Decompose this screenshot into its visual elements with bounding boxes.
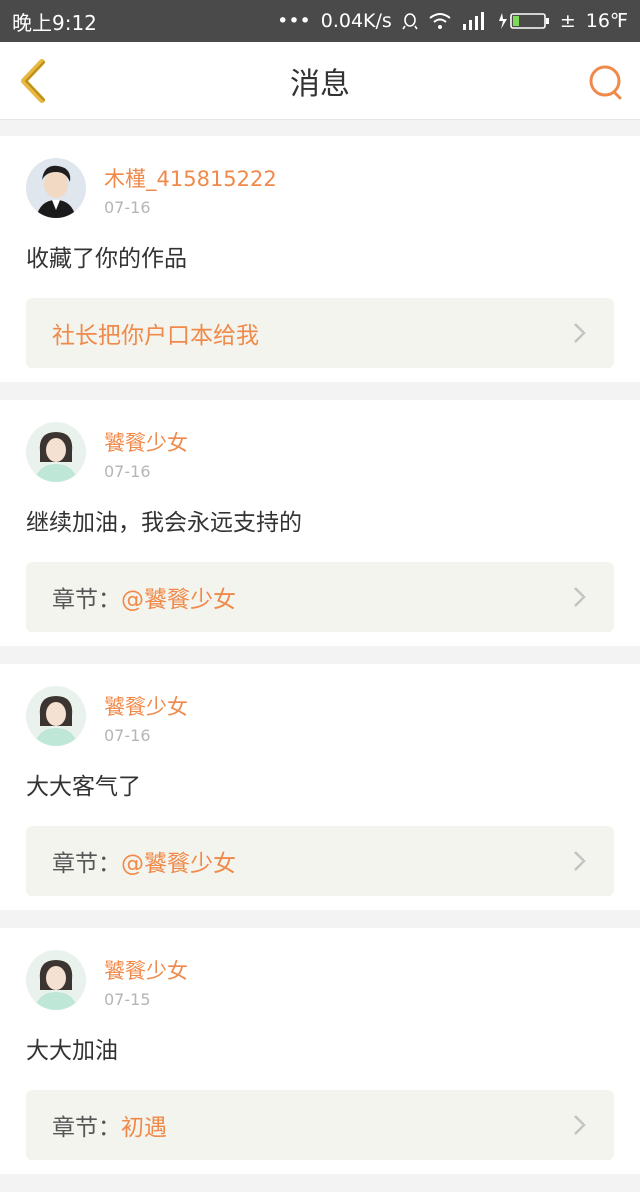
message-text: 大大客气了 bbox=[26, 774, 141, 800]
message-date: 07-16 bbox=[104, 726, 151, 745]
status-right: ••• 0.04K/s ± 16℉ bbox=[277, 10, 628, 32]
ref-title: 社长把你户口本给我 bbox=[52, 323, 259, 349]
nav-header: 消息 bbox=[0, 42, 640, 120]
message-card: 饕餮少女 07-16 大大客气了 章节： @饕餮少女 bbox=[0, 664, 640, 910]
ref-prefix: 章节： bbox=[52, 851, 121, 877]
status-bar: 晚上9:12 ••• 0.04K/s ± 16℉ bbox=[0, 0, 640, 42]
message-text: 继续加油，我会永远支持的 bbox=[26, 510, 302, 536]
message-list: 木槿_415815222 07-16 收藏了你的作品 社长把你户口本给我 饕餮少… bbox=[0, 136, 640, 1192]
plusminus-sign: ± bbox=[559, 10, 576, 32]
signal-icon bbox=[462, 12, 488, 30]
message-text: 大大加油 bbox=[26, 1038, 118, 1064]
avatar-girl-image bbox=[26, 950, 86, 1010]
user-meta: 木槿_415815222 07-16 bbox=[104, 158, 277, 217]
network-speed: 0.04K/s bbox=[320, 10, 392, 32]
ref-title: @饕餮少女 bbox=[121, 851, 236, 877]
message-date: 07-16 bbox=[104, 462, 151, 481]
avatar[interactable] bbox=[26, 422, 86, 482]
avatar[interactable] bbox=[26, 686, 86, 746]
status-dots: ••• bbox=[277, 10, 311, 32]
user-meta: 饕餮少女 07-16 bbox=[104, 686, 188, 745]
referenced-work-link[interactable]: 社长把你户口本给我 bbox=[26, 298, 614, 368]
message-card: 饕餮少女 07-15 大大加油 章节： 初遇 bbox=[0, 928, 640, 1174]
ref-title: @饕餮少女 bbox=[121, 587, 236, 613]
wifi-icon bbox=[428, 11, 452, 31]
user-row: 饕餮少女 07-16 bbox=[26, 686, 614, 750]
user-meta: 饕餮少女 07-15 bbox=[104, 950, 188, 1009]
avatar[interactable] bbox=[26, 950, 86, 1010]
status-time: 晚上9:12 bbox=[12, 10, 97, 35]
avatar-girl-image bbox=[26, 686, 86, 746]
page-title: 消息 bbox=[290, 66, 350, 102]
user-meta: 饕餮少女 07-16 bbox=[104, 422, 188, 481]
ref-title: 初遇 bbox=[121, 1115, 167, 1141]
battery-icon bbox=[498, 12, 550, 30]
user-row: 饕餮少女 07-15 bbox=[26, 950, 614, 1014]
user-row: 木槿_415815222 07-16 bbox=[26, 158, 614, 222]
message-text: 收藏了你的作品 bbox=[26, 246, 187, 272]
referenced-chapter-link[interactable]: 章节： @饕餮少女 bbox=[26, 826, 614, 896]
chevron-right-icon bbox=[574, 1115, 586, 1135]
message-card: 木槿_415815222 07-16 收藏了你的作品 社长把你户口本给我 bbox=[0, 136, 640, 382]
temperature: 16℉ bbox=[585, 10, 628, 32]
back-button[interactable] bbox=[14, 58, 54, 104]
chevron-right-icon bbox=[574, 587, 586, 607]
referenced-chapter-link[interactable]: 章节： @饕餮少女 bbox=[26, 562, 614, 632]
user-row: 饕餮少女 07-16 bbox=[26, 422, 614, 486]
username[interactable]: 饕餮少女 bbox=[104, 430, 188, 456]
avatar-boy-image bbox=[26, 158, 86, 218]
qq-icon bbox=[402, 12, 418, 30]
message-card: 饕餮少女 07-16 继续加油，我会永远支持的 章节： @饕餮少女 bbox=[0, 400, 640, 646]
avatar[interactable] bbox=[26, 158, 86, 218]
message-date: 07-15 bbox=[104, 990, 151, 1009]
chevron-right-icon bbox=[574, 851, 586, 871]
ref-prefix: 章节： bbox=[52, 587, 121, 613]
username[interactable]: 饕餮少女 bbox=[104, 694, 188, 720]
chevron-right-icon bbox=[574, 323, 586, 343]
chevron-left-icon bbox=[21, 59, 45, 103]
username[interactable]: 木槿_415815222 bbox=[104, 166, 277, 192]
avatar-girl-image bbox=[26, 422, 86, 482]
search-button[interactable] bbox=[586, 62, 626, 102]
referenced-chapter-link[interactable]: 章节： 初遇 bbox=[26, 1090, 614, 1160]
message-date: 07-16 bbox=[104, 198, 151, 217]
ref-prefix: 章节： bbox=[52, 1115, 121, 1141]
username[interactable]: 饕餮少女 bbox=[104, 958, 188, 984]
search-icon bbox=[589, 65, 622, 100]
